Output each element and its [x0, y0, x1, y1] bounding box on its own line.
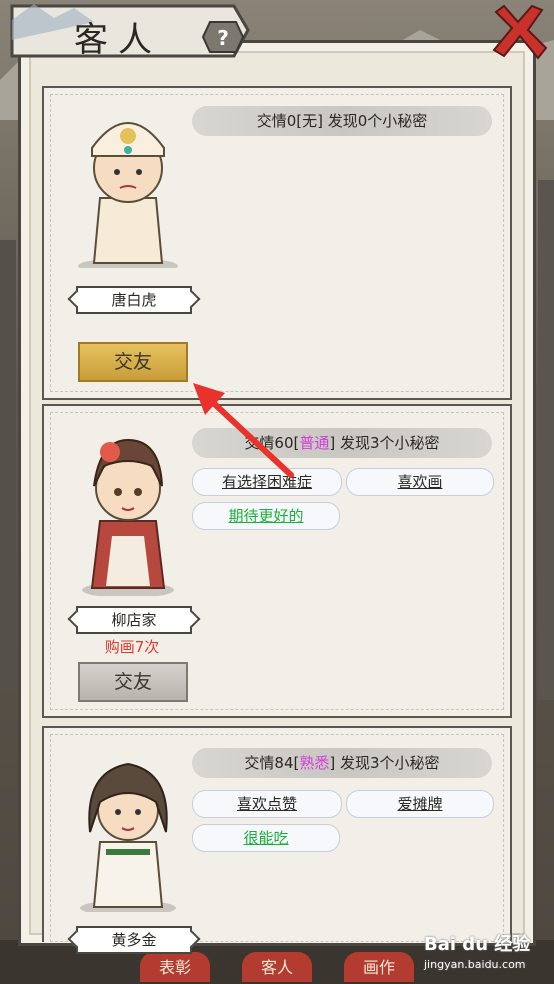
scene-decoration-right — [538, 180, 554, 700]
secret-pill[interactable]: 喜欢画 — [346, 468, 494, 496]
stat-prefix: 交情84[ — [244, 754, 300, 772]
friendship-stat: 交情0[无] 发现0个小秘密 — [192, 106, 492, 136]
guest-card-1: 唐白虎 交友 交情0[无] 发现0个小秘密 — [42, 86, 512, 400]
tab-awards[interactable]: 表彰 — [140, 952, 210, 982]
befriend-button[interactable]: 交友 — [78, 662, 188, 702]
panel-header: 客人 ? — [4, 0, 264, 62]
secret-pill[interactable]: 有选择困难症 — [192, 468, 342, 496]
stat-suffix: ] 发现0个小秘密 — [317, 112, 428, 130]
friendship-stat: 交情60[普通] 发现3个小秘密 — [192, 428, 492, 458]
befriend-button[interactable]: 交友 — [78, 342, 188, 382]
secret-pill[interactable]: 期待更好的 — [192, 502, 340, 530]
page-title: 客人 — [74, 20, 162, 60]
guest-name: 柳店家 — [76, 606, 192, 634]
stat-suffix: ] 发现3个小秘密 — [329, 754, 440, 772]
friendship-stat: 交情84[熟悉] 发现3个小秘密 — [192, 748, 492, 778]
watermark-brand: Bai du 经验 — [424, 934, 531, 955]
guest-card-2: 柳店家 购画7次 交友 交情60[普通] 发现3个小秘密 有选择困难症 喜欢画 … — [42, 404, 512, 718]
guest-card-3: 黄多金 交情84[熟悉] 发现3个小秘密 喜欢点赞 爱摊牌 很能吃 — [42, 726, 512, 954]
purchase-count: 购画7次 — [104, 638, 160, 656]
friendship-level: 无 — [302, 112, 318, 130]
secret-pill[interactable]: 很能吃 — [192, 824, 340, 852]
guest-portrait-1 — [78, 122, 178, 268]
guest-portrait-2 — [82, 438, 174, 596]
stat-prefix: 交情0[ — [256, 112, 303, 130]
friendship-level: 熟悉 — [299, 754, 330, 772]
guest-portrait-3 — [80, 762, 176, 912]
close-x-icon[interactable] — [488, 2, 548, 64]
tab-guests[interactable]: 客人 — [242, 952, 312, 982]
stat-prefix: 交情60[ — [244, 434, 300, 452]
friendship-level: 普通 — [299, 434, 330, 452]
scene-decoration-left — [0, 240, 16, 690]
svg-text:?: ? — [217, 26, 229, 50]
secret-pill[interactable]: 喜欢点赞 — [192, 790, 342, 818]
guest-name: 黄多金 — [76, 926, 192, 954]
watermark-url: jingyan.baidu.com — [424, 958, 526, 971]
secret-pill[interactable]: 爱摊牌 — [346, 790, 494, 818]
question-icon[interactable]: ? — [202, 20, 244, 54]
guest-name: 唐白虎 — [76, 286, 192, 314]
stat-suffix: ] 发现3个小秘密 — [329, 434, 440, 452]
tab-paintings[interactable]: 画作 — [344, 952, 414, 982]
